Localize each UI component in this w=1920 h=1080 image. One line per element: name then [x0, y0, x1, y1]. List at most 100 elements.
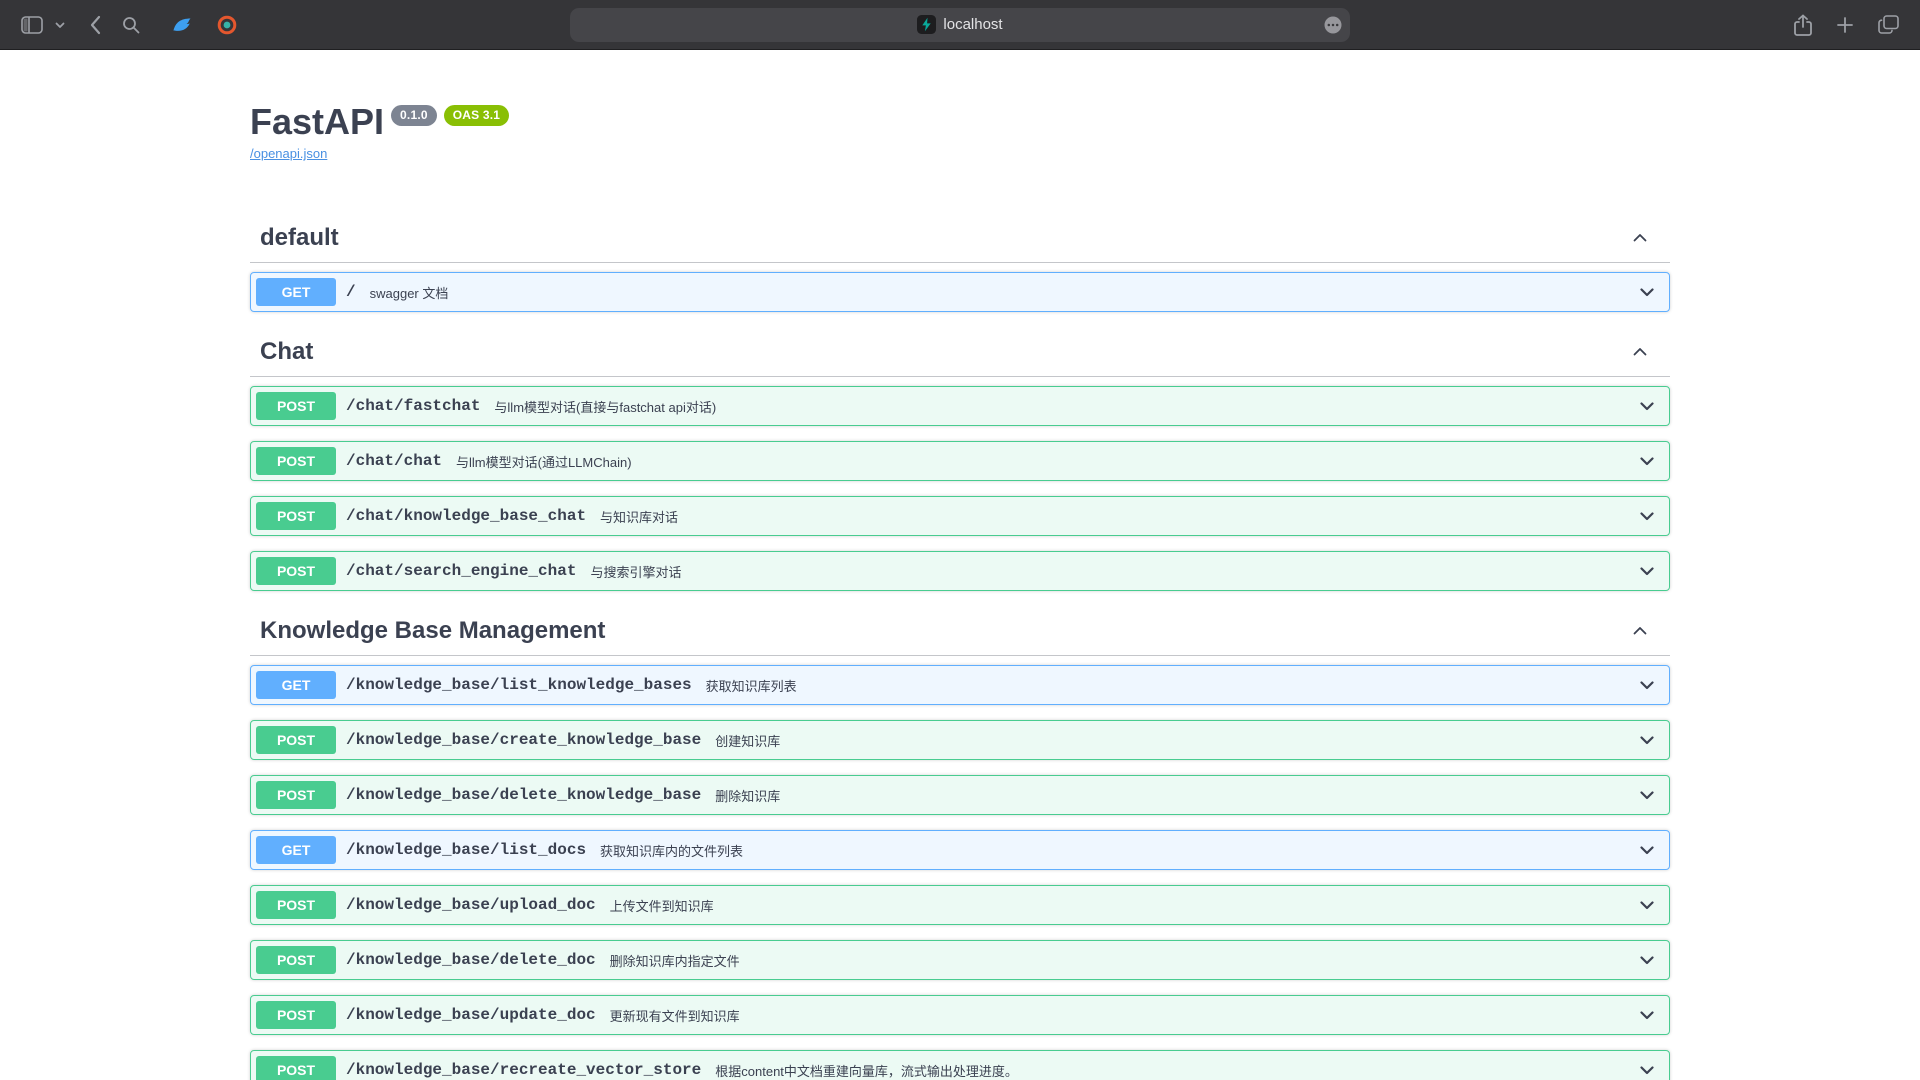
operation-path: /chat/fastchat: [336, 397, 490, 415]
operation-row[interactable]: POST/chat/chat与llm模型对话(通过LLMChain): [250, 441, 1670, 481]
operation-row[interactable]: POST/chat/knowledge_base_chat与知识库对话: [250, 496, 1670, 536]
api-tag-section: Chat POST/chat/fastchat与llm模型对话(直接与fastch…: [250, 327, 1670, 591]
collapse-section-icon[interactable]: [1630, 228, 1650, 248]
search-button[interactable]: [114, 9, 148, 41]
expand-operation-icon[interactable]: [1633, 946, 1661, 974]
expand-operation-icon[interactable]: [1633, 278, 1661, 306]
method-badge: POST: [256, 781, 336, 809]
expand-operation-icon[interactable]: [1633, 726, 1661, 754]
extension-buttons: [164, 9, 244, 41]
operation-description: 创建知识库: [711, 731, 1633, 750]
operation-row[interactable]: POST/knowledge_base/delete_doc删除知识库内指定文件: [250, 940, 1670, 980]
site-favicon-icon: [917, 15, 936, 34]
operation-description: 更新现有文件到知识库: [606, 1006, 1633, 1025]
method-badge: POST: [256, 1056, 336, 1080]
operation-description: 与知识库对话: [596, 507, 1633, 526]
expand-operation-icon[interactable]: [1633, 1056, 1661, 1080]
address-bar[interactable]: localhost: [570, 8, 1350, 42]
method-badge: POST: [256, 502, 336, 530]
openapi-spec-link[interactable]: /openapi.json: [250, 146, 327, 161]
operations-list: GET/swagger 文档: [250, 263, 1670, 312]
operation-path: /knowledge_base/delete_doc: [336, 951, 606, 969]
section-header[interactable]: Chat: [250, 327, 1670, 377]
operation-description: 与llm模型对话(直接与fastchat api对话): [490, 397, 1633, 416]
expand-operation-icon[interactable]: [1633, 671, 1661, 699]
operation-path: /knowledge_base/list_knowledge_bases: [336, 676, 702, 694]
method-badge: GET: [256, 671, 336, 699]
operation-description: swagger 文档: [366, 283, 1633, 302]
operation-path: /knowledge_base/update_doc: [336, 1006, 606, 1024]
page-title: FastAPI 0.1.0 OAS 3.1: [250, 100, 1670, 143]
operation-path: /knowledge_base/upload_doc: [336, 896, 606, 914]
extension-orange-button[interactable]: [210, 9, 244, 41]
section-title: Knowledge Base Management: [260, 616, 605, 645]
browser-toolbar: localhost: [0, 0, 1920, 50]
section-header[interactable]: default: [250, 213, 1670, 263]
method-badge: POST: [256, 557, 336, 585]
operation-description: 根据content中文档重建向量库，流式输出处理进度。: [711, 1061, 1633, 1080]
api-tag-section: Knowledge Base Management GET/knowledge_b…: [250, 606, 1670, 1080]
operations-list: GET/knowledge_base/list_knowledge_bases获…: [250, 656, 1670, 1080]
operation-row[interactable]: POST/knowledge_base/upload_doc上传文件到知识库: [250, 885, 1670, 925]
method-badge: GET: [256, 836, 336, 864]
expand-operation-icon[interactable]: [1633, 557, 1661, 585]
expand-operation-icon[interactable]: [1633, 447, 1661, 475]
toolbar-right-controls: [1787, 8, 1906, 42]
method-badge: GET: [256, 278, 336, 306]
operation-path: /: [336, 283, 366, 301]
plus-icon: [1836, 16, 1854, 34]
tab-overview-button[interactable]: [1871, 9, 1906, 40]
operation-path: /chat/search_engine_chat: [336, 562, 586, 580]
back-button[interactable]: [82, 9, 108, 41]
method-badge: POST: [256, 392, 336, 420]
swagger-wrapper: FastAPI 0.1.0 OAS 3.1 /openapi.json defaul…: [230, 100, 1690, 1080]
extension-blue-button[interactable]: [164, 9, 200, 41]
sidebar-menu-button[interactable]: [52, 15, 68, 35]
swagger-page: FastAPI 0.1.0 OAS 3.1 /openapi.json defaul…: [0, 50, 1920, 1080]
oas-badge: OAS 3.1: [444, 105, 509, 125]
operation-row[interactable]: GET/swagger 文档: [250, 272, 1670, 312]
operation-path: /knowledge_base/list_docs: [336, 841, 596, 859]
operation-row[interactable]: POST/chat/search_engine_chat与搜索引擎对话: [250, 551, 1670, 591]
operation-description: 上传文件到知识库: [606, 896, 1633, 915]
method-badge: POST: [256, 1001, 336, 1029]
api-tag-section: default GET/swagger 文档: [250, 213, 1670, 312]
method-badge: POST: [256, 726, 336, 754]
api-info: FastAPI 0.1.0 OAS 3.1 /openapi.json: [250, 100, 1670, 163]
section-header[interactable]: Knowledge Base Management: [250, 606, 1670, 656]
api-sections: defaultGET/swagger 文档ChatPOST/chat/fastc…: [250, 213, 1670, 1080]
operation-row[interactable]: POST/knowledge_base/create_knowledge_bas…: [250, 720, 1670, 760]
operations-list: POST/chat/fastchat与llm模型对话(直接与fastchat a…: [250, 377, 1670, 591]
more-options-button[interactable]: [1323, 15, 1343, 35]
operation-row[interactable]: GET/knowledge_base/list_docs获取知识库内的文件列表: [250, 830, 1670, 870]
method-badge: POST: [256, 946, 336, 974]
operation-path: /chat/chat: [336, 452, 452, 470]
expand-operation-icon[interactable]: [1633, 891, 1661, 919]
collapse-section-icon[interactable]: [1630, 342, 1650, 362]
new-tab-button[interactable]: [1829, 10, 1861, 40]
operation-row[interactable]: POST/knowledge_base/update_doc更新现有文件到知识库: [250, 995, 1670, 1035]
target-extension-icon: [217, 15, 237, 35]
expand-operation-icon[interactable]: [1633, 502, 1661, 530]
section-title: default: [260, 223, 339, 252]
expand-operation-icon[interactable]: [1633, 392, 1661, 420]
expand-operation-icon[interactable]: [1633, 836, 1661, 864]
sidebar-toggle-icon: [21, 16, 43, 34]
operation-path: /knowledge_base/recreate_vector_store: [336, 1061, 711, 1079]
operation-row[interactable]: POST/knowledge_base/delete_knowledge_bas…: [250, 775, 1670, 815]
expand-operation-icon[interactable]: [1633, 1001, 1661, 1029]
operation-description: 与llm模型对话(通过LLMChain): [452, 452, 1633, 471]
collapse-section-icon[interactable]: [1630, 621, 1650, 641]
sidebar-toggle-button[interactable]: [14, 10, 50, 40]
operation-row[interactable]: POST/knowledge_base/recreate_vector_stor…: [250, 1050, 1670, 1080]
expand-operation-icon[interactable]: [1633, 781, 1661, 809]
api-title-text: FastAPI: [250, 101, 384, 142]
operation-path: /chat/knowledge_base_chat: [336, 507, 596, 525]
operation-description: 删除知识库: [711, 786, 1633, 805]
chevron-down-icon: [55, 21, 65, 29]
operation-row[interactable]: GET/knowledge_base/list_knowledge_bases获…: [250, 665, 1670, 705]
share-button[interactable]: [1787, 8, 1819, 42]
method-badge: POST: [256, 447, 336, 475]
operation-row[interactable]: POST/chat/fastchat与llm模型对话(直接与fastchat a…: [250, 386, 1670, 426]
version-badge: 0.1.0: [391, 105, 437, 125]
